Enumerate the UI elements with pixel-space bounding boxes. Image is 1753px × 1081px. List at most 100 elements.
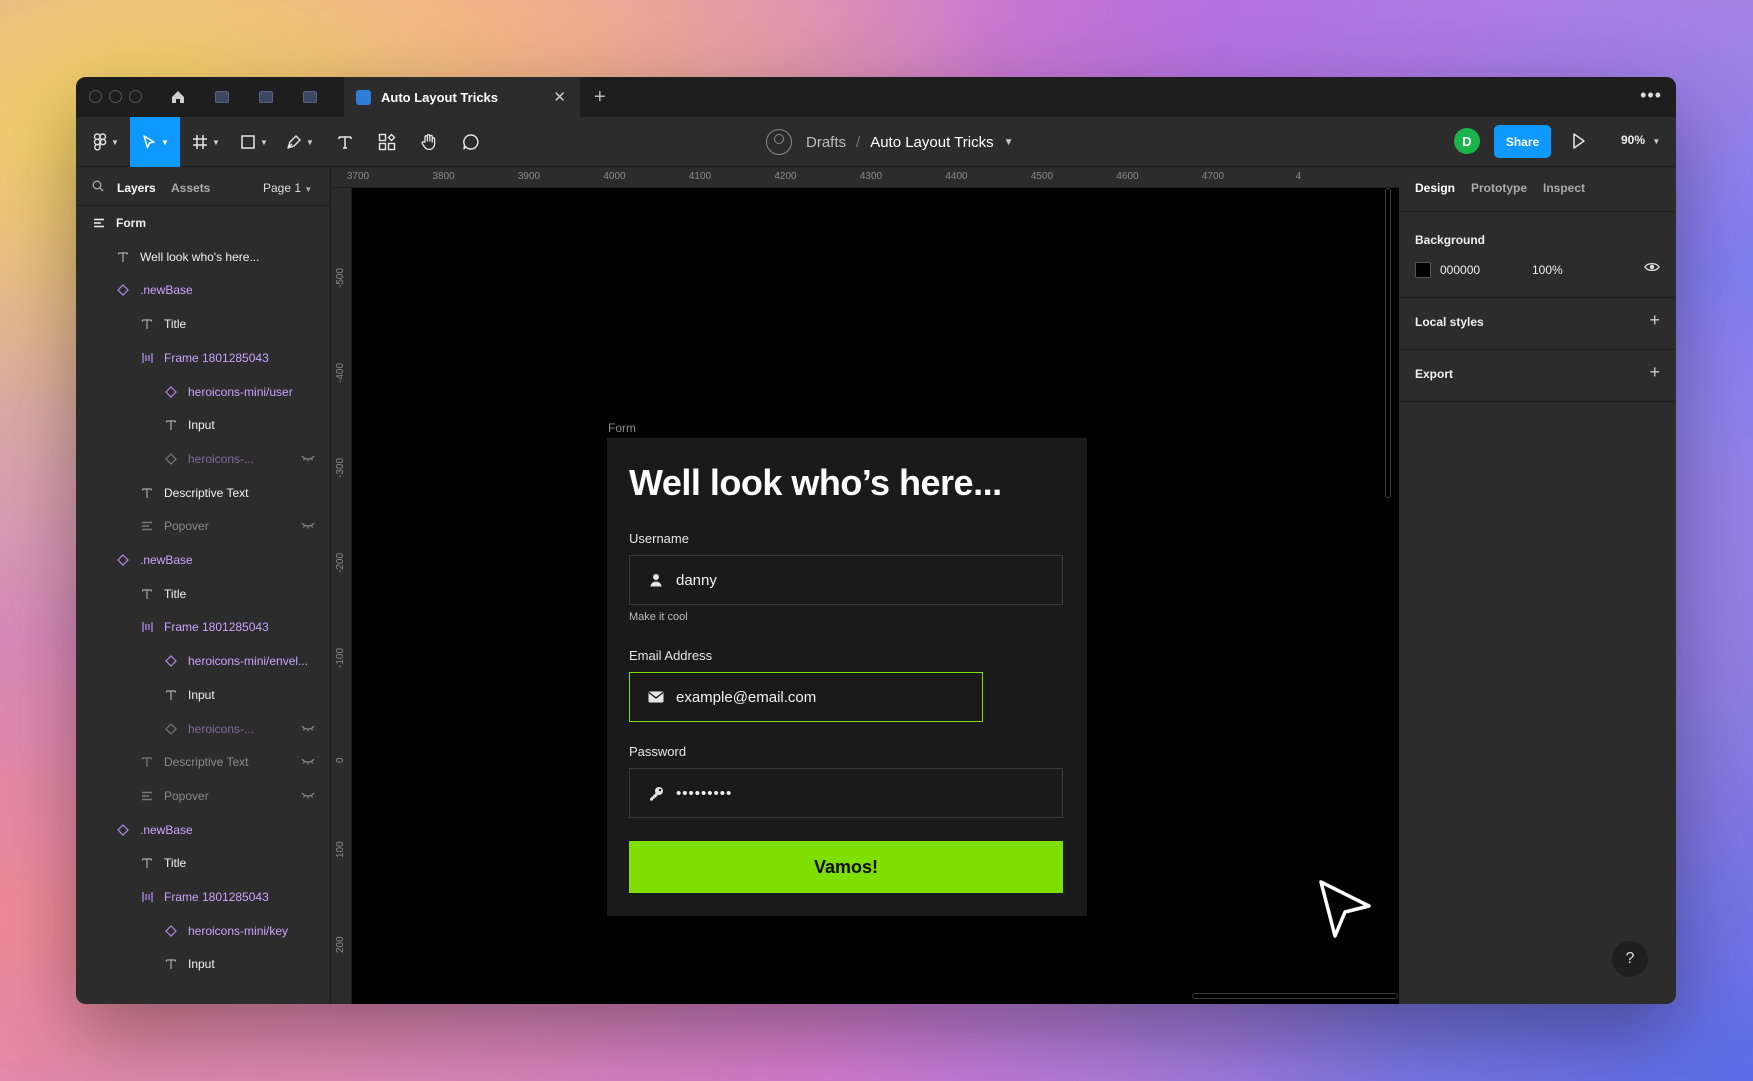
add-style-button[interactable]: + — [1649, 310, 1660, 331]
layer-label: Descriptive Text — [164, 485, 249, 500]
text-layer-icon — [164, 418, 178, 432]
eye-icon[interactable] — [1644, 261, 1660, 273]
layer-row[interactable]: Form — [76, 206, 330, 240]
breadcrumb-separator: / — [856, 133, 861, 151]
tab-prototype[interactable]: Prototype — [1471, 181, 1527, 195]
layer-row[interactable]: Descriptive Text — [76, 745, 330, 779]
file-tab-thumbnail-icon[interactable] — [212, 87, 232, 107]
email-label: Email Address — [629, 648, 713, 663]
layer-row[interactable]: heroicons-mini/key — [76, 914, 330, 948]
present-button[interactable] — [1571, 132, 1591, 152]
layer-row[interactable]: Descriptive Text — [76, 476, 330, 510]
comment-tool-button[interactable] — [454, 117, 488, 167]
horizontal-scrollbar[interactable] — [1192, 993, 1398, 999]
layers-panel: Layers Assets Page 1 ▼ Form Well look who… — [76, 168, 331, 1004]
chevron-down-icon: ▼ — [1652, 137, 1661, 146]
background-opacity-input[interactable]: 100% — [1532, 263, 1563, 277]
component-diamond-icon — [164, 722, 178, 736]
user-avatar[interactable]: D — [1454, 128, 1480, 154]
layer-row[interactable]: heroicons-mini/user — [76, 375, 330, 409]
add-export-button[interactable]: + — [1649, 362, 1660, 383]
text-tool-button[interactable] — [328, 117, 362, 167]
breadcrumb-file-name[interactable]: Auto Layout Tricks — [870, 134, 993, 151]
layer-row[interactable]: Title — [76, 577, 330, 611]
resources-tool-button[interactable] — [370, 117, 404, 167]
zoom-dropdown[interactable]: 90% ▼ — [1621, 133, 1660, 147]
shape-tool-button[interactable]: ▼ — [234, 117, 274, 167]
chevron-down-icon[interactable]: ▼ — [1004, 137, 1014, 148]
more-options-icon[interactable]: ••• — [1640, 85, 1662, 106]
hidden-eye-icon[interactable] — [301, 521, 315, 532]
share-button[interactable]: Share — [1494, 125, 1551, 158]
username-input[interactable]: danny — [629, 555, 1063, 605]
breadcrumb-drafts[interactable]: Drafts — [806, 134, 846, 151]
layer-row[interactable]: Popover — [76, 509, 330, 543]
page-selector[interactable]: Page 1 ▼ — [263, 181, 312, 195]
layer-row[interactable]: heroicons-mini/envel... — [76, 644, 330, 678]
chevron-down-icon: ▼ — [306, 137, 314, 147]
layer-row[interactable]: .newBase — [76, 813, 330, 847]
main-menu-button[interactable]: ▼ — [84, 117, 128, 167]
layer-row[interactable]: .newBase — [76, 543, 330, 577]
home-icon[interactable] — [168, 87, 188, 107]
help-button[interactable]: ? — [1612, 941, 1648, 977]
layer-row[interactable]: heroicons-... — [76, 712, 330, 746]
layer-row[interactable]: Title — [76, 846, 330, 880]
pen-tool-button[interactable]: ▼ — [280, 117, 320, 167]
vertical-scrollbar[interactable] — [1385, 188, 1391, 498]
app-window: Auto Layout Tricks ✕ + ••• ▼ ▼ ▼ ▼ ▼ Dra… — [76, 77, 1676, 1004]
email-input[interactable]: example@email.com — [629, 672, 983, 722]
hidden-eye-icon[interactable] — [301, 454, 315, 465]
username-label: Username — [629, 531, 689, 546]
hidden-eye-icon[interactable] — [301, 791, 315, 802]
canvas[interactable]: 3700 3800 3900 4000 4100 4200 4300 4400 4500 4600… — [332, 168, 1399, 1004]
layer-row[interactable]: Frame 1801285043 — [76, 880, 330, 914]
layer-row[interactable]: Frame 1801285043 — [76, 610, 330, 644]
background-hex-input[interactable]: 000000 — [1440, 263, 1480, 277]
tab-layers[interactable]: Layers — [117, 181, 156, 195]
username-helper-text: Make it cool — [629, 611, 688, 623]
pen-icon — [287, 135, 301, 149]
move-tool-button[interactable]: ▼ — [130, 117, 180, 167]
submit-button[interactable]: Vamos! — [629, 841, 1063, 893]
hidden-eye-icon[interactable] — [301, 757, 315, 768]
new-tab-button[interactable]: + — [594, 86, 606, 109]
tab-inspect[interactable]: Inspect — [1543, 181, 1585, 195]
layer-row[interactable]: Well look who's here... — [76, 240, 330, 274]
tab-auto-layout-tricks[interactable]: Auto Layout Tricks ✕ — [344, 77, 580, 117]
hand-tool-button[interactable] — [412, 117, 446, 167]
layer-row[interactable]: Input — [76, 678, 330, 712]
ruler-tick-x: 4500 — [1030, 171, 1054, 182]
tab-assets[interactable]: Assets — [171, 181, 210, 195]
minimize-window-icon[interactable] — [109, 90, 122, 103]
layer-row[interactable]: .newBase — [76, 273, 330, 307]
tab-title: Auto Layout Tricks — [381, 89, 499, 105]
component-diamond-icon — [164, 654, 178, 668]
layer-row[interactable]: Input — [76, 408, 330, 442]
hidden-eye-icon[interactable] — [301, 724, 315, 735]
background-title: Background — [1415, 233, 1486, 247]
layer-label: Frame 1801285043 — [164, 350, 269, 365]
layer-row[interactable]: Popover — [76, 779, 330, 813]
password-input[interactable]: ••••••••• — [629, 768, 1063, 818]
layer-row[interactable]: Title — [76, 307, 330, 341]
frame-icon — [140, 519, 154, 533]
password-label: Password — [629, 744, 687, 759]
background-color-swatch[interactable] — [1415, 262, 1431, 278]
search-icon[interactable] — [92, 180, 104, 192]
layer-row[interactable]: Frame 1801285043 — [76, 341, 330, 375]
close-window-icon[interactable] — [89, 90, 102, 103]
form-frame[interactable]: Well look who’s here... Username danny M… — [607, 438, 1087, 916]
tab-design[interactable]: Design — [1415, 181, 1455, 195]
vertical-ruler: -500 -400 -300 -200 -100 0 100 200 — [332, 188, 352, 1004]
file-tab-thumbnail-icon[interactable] — [256, 87, 276, 107]
layer-label: Input — [188, 687, 215, 702]
frame-tool-button[interactable]: ▼ — [186, 117, 226, 167]
maximize-window-icon[interactable] — [129, 90, 142, 103]
layer-row[interactable]: heroicons-... — [76, 442, 330, 476]
frame-label[interactable]: Form — [608, 421, 636, 435]
close-tab-icon[interactable]: ✕ — [553, 88, 566, 106]
layer-row[interactable]: Input — [76, 947, 330, 981]
ruler-tick-x: 4300 — [859, 171, 883, 182]
file-tab-thumbnail-icon[interactable] — [300, 87, 320, 107]
